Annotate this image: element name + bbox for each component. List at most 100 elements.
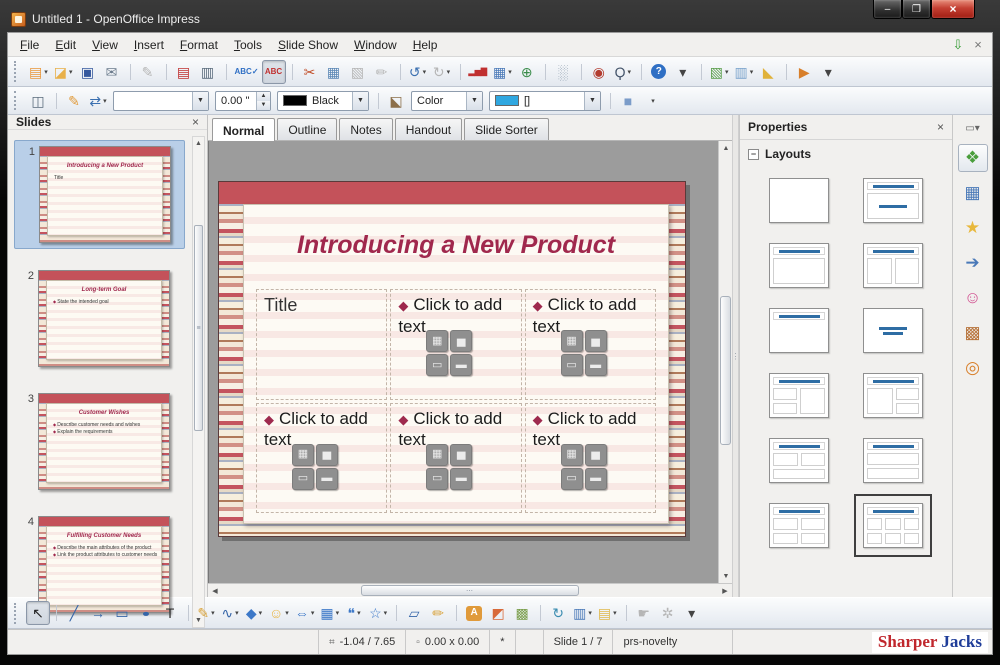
layout-2-content-and-content[interactable] xyxy=(760,364,838,427)
gallery-icon[interactable]: ▩▾ xyxy=(510,601,534,625)
layout-blank[interactable] xyxy=(760,169,838,232)
menu-window[interactable]: Window xyxy=(346,35,405,55)
layout-title-only[interactable] xyxy=(760,299,838,362)
layout-content-over-content[interactable] xyxy=(854,429,932,492)
update-available-icon[interactable]: ⇩ xyxy=(948,37,968,53)
draw-overflow-icon[interactable]: ▾▾ xyxy=(680,601,704,625)
maximize-button[interactable]: ❐ xyxy=(902,0,931,19)
table-icon[interactable]: ▦▾ xyxy=(490,60,515,84)
tab-slide-sorter[interactable]: Slide Sorter xyxy=(464,118,549,140)
custom-animation-tab[interactable]: ★ xyxy=(958,214,988,242)
arrow-icon[interactable]: →▾ xyxy=(86,601,110,625)
layout-title-2-content[interactable] xyxy=(854,234,932,297)
presentation-overflow-icon[interactable]: ▾▾ xyxy=(816,60,840,84)
export-pdf-icon[interactable]: ▤▾ xyxy=(172,60,196,84)
fontwork-icon[interactable]: A▾ xyxy=(462,601,486,625)
arrange-icon[interactable]: ▤▾ xyxy=(595,601,620,625)
rotate-icon[interactable]: ↻▾ xyxy=(546,601,570,625)
from-file-icon[interactable]: ◩▾ xyxy=(486,601,510,625)
save-icon[interactable]: ▣▾ xyxy=(76,60,100,84)
panel-splitter[interactable]: ⋮ xyxy=(732,115,739,597)
line-style-select[interactable]: ▼ xyxy=(113,91,209,111)
callouts-icon[interactable]: ❝▾ xyxy=(342,601,366,625)
flowchart-icon[interactable]: ▦▾ xyxy=(317,601,342,625)
minimize-button[interactable]: – xyxy=(873,0,902,19)
content-placeholder[interactable]: ◆Click to add text ▦▅▭▬ xyxy=(525,289,656,400)
layout-2-content-over-content[interactable] xyxy=(760,429,838,492)
chart-icon[interactable]: ▂▅▇▾ xyxy=(466,60,490,84)
navigator-tab[interactable]: ◎ xyxy=(958,354,988,382)
layout-4-content[interactable] xyxy=(760,494,838,557)
slide-number-indicator[interactable]: Slide 1 / 7 xyxy=(543,630,613,654)
layout-6-content[interactable] xyxy=(854,494,932,557)
fill-icon[interactable]: ⬕ xyxy=(384,89,408,113)
insert-object-icons[interactable]: ▦▅▭▬ xyxy=(561,444,607,490)
insert-object-icons[interactable]: ▦▅▭▬ xyxy=(292,444,338,490)
line-toolbar-overflow-icon[interactable]: ▾ xyxy=(640,89,664,113)
shadow-icon[interactable]: ■ xyxy=(616,89,640,113)
layout-title-content[interactable] xyxy=(760,234,838,297)
styles-icon[interactable]: ◫ xyxy=(26,89,50,113)
connector-icon[interactable]: ∿▾ xyxy=(218,601,242,625)
outline-placeholder[interactable]: Title xyxy=(256,289,387,400)
toolbar-grip[interactable] xyxy=(14,61,21,81)
insert-object-icons[interactable]: ▦▅▭▬ xyxy=(426,444,472,490)
cut-icon[interactable]: ✂▾ xyxy=(298,60,322,84)
display-grid-icon[interactable]: ░▾ xyxy=(551,60,575,84)
collapse-section-icon[interactable]: − xyxy=(748,149,759,160)
insert-object-icons[interactable]: ▦▅▭▬ xyxy=(426,330,472,376)
insert-object-icons[interactable]: ▦▅▭▬ xyxy=(561,330,607,376)
menu-slide-show[interactable]: Slide Show xyxy=(270,35,346,55)
format-paintbrush-icon[interactable]: ✏▾ xyxy=(370,60,394,84)
title-bar[interactable]: Untitled 1 - OpenOffice Impress – ❐ × xyxy=(7,6,993,32)
glue-points-icon[interactable]: ✏▾ xyxy=(426,601,450,625)
slides-panel-close-icon[interactable]: × xyxy=(192,115,199,129)
properties-tab[interactable]: ❖ xyxy=(958,144,988,172)
slide-transition-tab[interactable]: ➔ xyxy=(958,249,988,277)
toolbar-overflow-icon[interactable]: ▾▾ xyxy=(671,60,695,84)
tab-handout[interactable]: Handout xyxy=(395,118,462,140)
redo-icon[interactable]: ↻▾ xyxy=(430,60,454,84)
fill-color-select[interactable]: []▼ xyxy=(489,91,601,111)
content-placeholder[interactable]: ◆Click to add text ▦▅▭▬ xyxy=(256,403,387,514)
basic-shapes-icon[interactable]: ◆▾ xyxy=(242,601,266,625)
slide-layout-icon[interactable]: ▥▾ xyxy=(732,60,757,84)
edit-points-icon[interactable]: ▱▾ xyxy=(402,601,426,625)
slide-show-icon[interactable]: ▶▾ xyxy=(792,60,816,84)
block-arrows-icon[interactable]: ⇔▾ xyxy=(292,601,318,625)
styles-tab[interactable]: ☺ xyxy=(958,284,988,312)
line-width-input[interactable]: 0.00 "▲▼ xyxy=(215,91,271,111)
content-placeholder[interactable]: ◆Click to add text ▦▅▭▬ xyxy=(390,289,521,400)
sidebar-settings-icon[interactable]: ▭▾ xyxy=(958,119,988,137)
slide-title[interactable]: Introducing a New Product xyxy=(244,231,668,260)
master-pages-tab[interactable]: ▦ xyxy=(958,179,988,207)
edit-file-icon[interactable]: ✎▾ xyxy=(136,60,160,84)
slide-canvas[interactable]: Introducing a New Product Title ◆Click t… xyxy=(208,141,718,583)
new-document-icon[interactable]: ▤▾ xyxy=(26,60,51,84)
fill-type-select[interactable]: Color▼ xyxy=(411,91,483,111)
stars-icon[interactable]: ☆▾ xyxy=(366,601,390,625)
slide-editing-area[interactable]: Introducing a New Product Title ◆Click t… xyxy=(218,181,686,537)
layout-content-and-2-content[interactable] xyxy=(854,364,932,427)
copy-icon[interactable]: ▦▾ xyxy=(322,60,346,84)
ellipse-icon[interactable]: ●▾ xyxy=(134,601,158,625)
toolbar-grip[interactable] xyxy=(14,91,21,110)
tab-outline[interactable]: Outline xyxy=(277,118,337,140)
line-pen-icon[interactable]: ✎ xyxy=(62,89,86,113)
rectangle-icon[interactable]: ▭▾ xyxy=(110,601,134,625)
help-icon[interactable]: ?▾ xyxy=(647,60,671,84)
slide-design-icon[interactable]: ◣▾ xyxy=(756,60,780,84)
slide-template-name[interactable]: prs-novelty xyxy=(612,630,732,654)
tab-notes[interactable]: Notes xyxy=(339,118,392,140)
content-placeholder[interactable]: ◆Click to add text ▦▅▭▬ xyxy=(525,403,656,514)
tab-normal[interactable]: Normal xyxy=(212,118,275,141)
layout-title-slide[interactable] xyxy=(854,169,932,232)
slide-thumbnail-3[interactable]: 3 Customer Wishes Describe customer need… xyxy=(14,388,185,495)
menu-tools[interactable]: Tools xyxy=(226,35,270,55)
slides-panel-scrollbar[interactable]: ▲ ≡ ▼ xyxy=(192,136,205,628)
new-slide-icon[interactable]: ▧▾ xyxy=(707,60,732,84)
undo-icon[interactable]: ↺▾ xyxy=(406,60,430,84)
arrow-style-icon[interactable]: ⇄▾ xyxy=(86,89,110,113)
menu-view[interactable]: View xyxy=(84,35,126,55)
menu-format[interactable]: Format xyxy=(172,35,226,55)
